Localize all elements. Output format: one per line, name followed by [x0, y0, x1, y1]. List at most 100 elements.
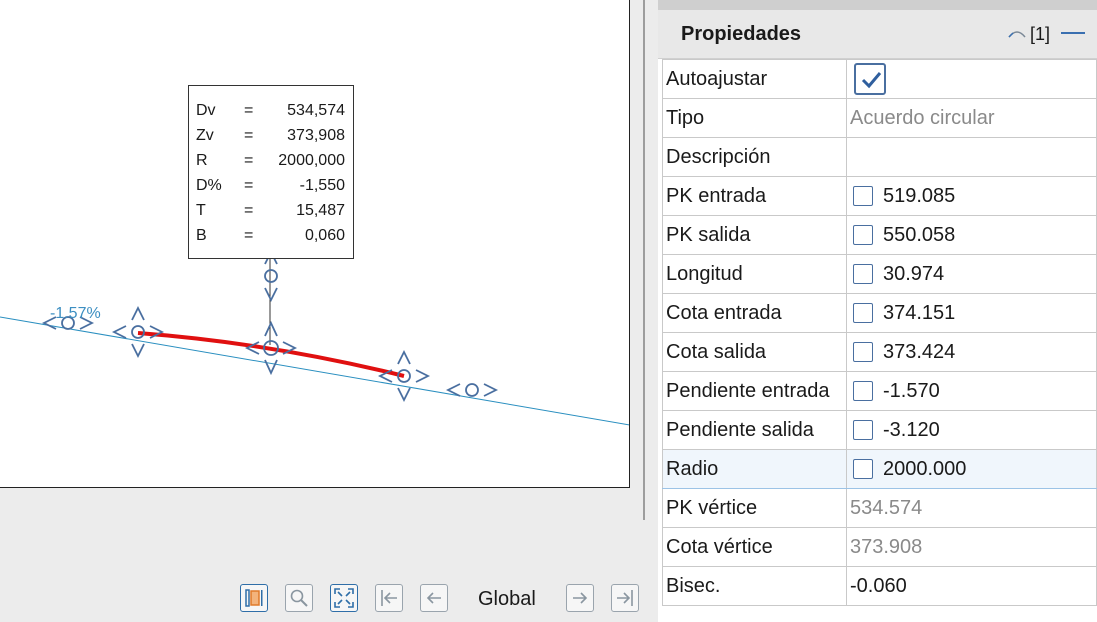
slope-label: -1.57% [50, 305, 101, 322]
info-value: 2000,000 [278, 152, 345, 169]
curve-start-handle[interactable] [111, 305, 165, 359]
property-row[interactable]: Pendiente entrada -1.570 [662, 371, 1097, 411]
highlight-button[interactable] [240, 584, 268, 612]
longitud-checkbox[interactable] [853, 264, 873, 284]
descripci-n-label: Descripción [666, 145, 771, 168]
property-name: PK vértice [662, 488, 847, 528]
properties-title: Propiedades [681, 23, 802, 45]
next-icon [573, 592, 588, 604]
pendiente-salida-checkbox[interactable] [853, 420, 873, 440]
info-value: -1,550 [299, 177, 345, 194]
tipo-value[interactable]: Acuerdo circular [850, 107, 995, 129]
property-row[interactable]: Cota entrada 374.151 [662, 293, 1097, 333]
property-name: Autoajustar [662, 59, 847, 99]
property-value-cell[interactable]: 519.085 [846, 176, 1097, 216]
pk-entrada-label: PK entrada [666, 184, 767, 207]
info-row: Dv = 534,574 [196, 98, 345, 123]
property-row[interactable]: Cota salida 373.424 [662, 332, 1097, 372]
info-value: 0,060 [304, 227, 345, 244]
slope-handle-right[interactable] [445, 383, 499, 397]
property-row[interactable]: Pendiente salida -3.120 [662, 410, 1097, 450]
property-value-cell[interactable]: 550.058 [846, 215, 1097, 255]
info-value: 534,574 [287, 102, 345, 119]
property-value-cell[interactable]: 30.974 [846, 254, 1097, 294]
property-value-cell[interactable] [846, 59, 1097, 99]
info-equals: = [244, 227, 254, 244]
radio-checkbox[interactable] [853, 459, 873, 479]
cota-entrada-value[interactable]: 374.151 [883, 302, 955, 325]
property-name: Cota entrada [662, 293, 847, 333]
property-row[interactable]: Tipo Acuerdo circular [662, 98, 1097, 138]
property-value-cell[interactable]: 374.151 [846, 293, 1097, 333]
cota-v-rtice-value[interactable]: 373.908 [850, 536, 922, 558]
info-equals: = [244, 152, 254, 169]
radio-label: Radio [666, 457, 719, 480]
longitud-value[interactable]: 30.974 [883, 263, 944, 286]
pk-v-rtice-value[interactable]: 534.574 [850, 497, 922, 519]
autoadjust-checkbox[interactable] [854, 63, 886, 95]
last-button[interactable] [611, 584, 639, 612]
property-value-cell[interactable]: 373.424 [846, 332, 1097, 372]
property-row[interactable]: Descripción [662, 137, 1097, 177]
pendiente-entrada-checkbox[interactable] [853, 381, 873, 401]
property-row[interactable]: PK vértice 534.574 [662, 488, 1097, 528]
property-row[interactable]: Autoajustar [662, 59, 1097, 99]
property-name: PK entrada [662, 176, 847, 216]
property-value-cell[interactable]: -1.570 [846, 371, 1097, 411]
first-button[interactable] [375, 584, 403, 612]
property-name: Pendiente salida [662, 410, 847, 450]
pk-entrada-value[interactable]: 519.085 [883, 185, 955, 208]
properties-table: Autoajustar Tipo Acuerdo circular Descripci… [662, 59, 1097, 606]
minimize-icon[interactable] [1061, 32, 1085, 34]
radio-value[interactable]: 2000.000 [883, 458, 966, 481]
info-key: B [196, 227, 207, 244]
pk-entrada-checkbox[interactable] [853, 186, 873, 206]
property-name: Descripción [662, 137, 847, 177]
property-row[interactable]: Longitud 30.974 [662, 254, 1097, 294]
profile-canvas[interactable]: -1.57% Dv = 534,574 Zv = 373,908 R = 2000,000 D% =… [0, 0, 630, 488]
info-equals: = [244, 127, 254, 144]
property-value-cell[interactable] [846, 137, 1097, 177]
property-value-cell[interactable]: 373.908 [846, 527, 1097, 567]
property-row[interactable]: PK salida 550.058 [662, 215, 1097, 255]
info-value: 15,487 [296, 202, 345, 219]
bisec-label: Bisec. [666, 574, 721, 597]
property-row[interactable]: Cota vértice 373.908 [662, 527, 1097, 567]
splitter-handle[interactable] [643, 0, 645, 520]
previous-icon [426, 592, 441, 604]
property-value-cell[interactable]: 2000.000 [846, 449, 1097, 489]
info-key: R [196, 152, 208, 169]
pendiente-salida-value[interactable]: -3.120 [883, 419, 940, 442]
bisec-value[interactable]: -0.060 [850, 575, 907, 597]
zoom-button[interactable] [285, 584, 313, 612]
previous-button[interactable] [420, 584, 448, 612]
pk-salida-value[interactable]: 550.058 [883, 224, 955, 247]
pk-salida-checkbox[interactable] [853, 225, 873, 245]
property-name: Radio [662, 449, 847, 489]
cota-salida-checkbox[interactable] [853, 342, 873, 362]
property-row[interactable]: PK entrada 519.085 [662, 176, 1097, 216]
callout-handle[interactable] [264, 249, 278, 303]
info-value: 373,908 [287, 127, 345, 144]
property-value-cell[interactable]: -3.120 [846, 410, 1097, 450]
properties-panel: Propiedades [1] Autoajustar Tipo Acuerdo c… [658, 0, 1097, 622]
info-key: Zv [196, 127, 214, 144]
info-row: B = 0,060 [196, 223, 345, 248]
checkmark-icon [861, 72, 882, 89]
property-row[interactable]: Radio 2000.000 [662, 449, 1097, 489]
property-value-cell[interactable]: Acuerdo circular [846, 98, 1097, 138]
property-value-cell[interactable]: -0.060 [846, 566, 1097, 606]
property-name: Longitud [662, 254, 847, 294]
pendiente-entrada-value[interactable]: -1.570 [883, 380, 940, 403]
panel-top-bar [658, 0, 1097, 10]
cota-salida-value[interactable]: 373.424 [883, 341, 955, 364]
fit-extents-button[interactable] [330, 584, 358, 612]
property-value-cell[interactable]: 534.574 [846, 488, 1097, 528]
next-button[interactable] [566, 584, 594, 612]
last-icon [617, 590, 633, 606]
property-row[interactable]: Bisec. -0.060 [662, 566, 1097, 606]
highlight-icon [245, 589, 263, 607]
cota-entrada-checkbox[interactable] [853, 303, 873, 323]
info-key: Dv [196, 102, 216, 119]
property-name: Cota vértice [662, 527, 847, 567]
